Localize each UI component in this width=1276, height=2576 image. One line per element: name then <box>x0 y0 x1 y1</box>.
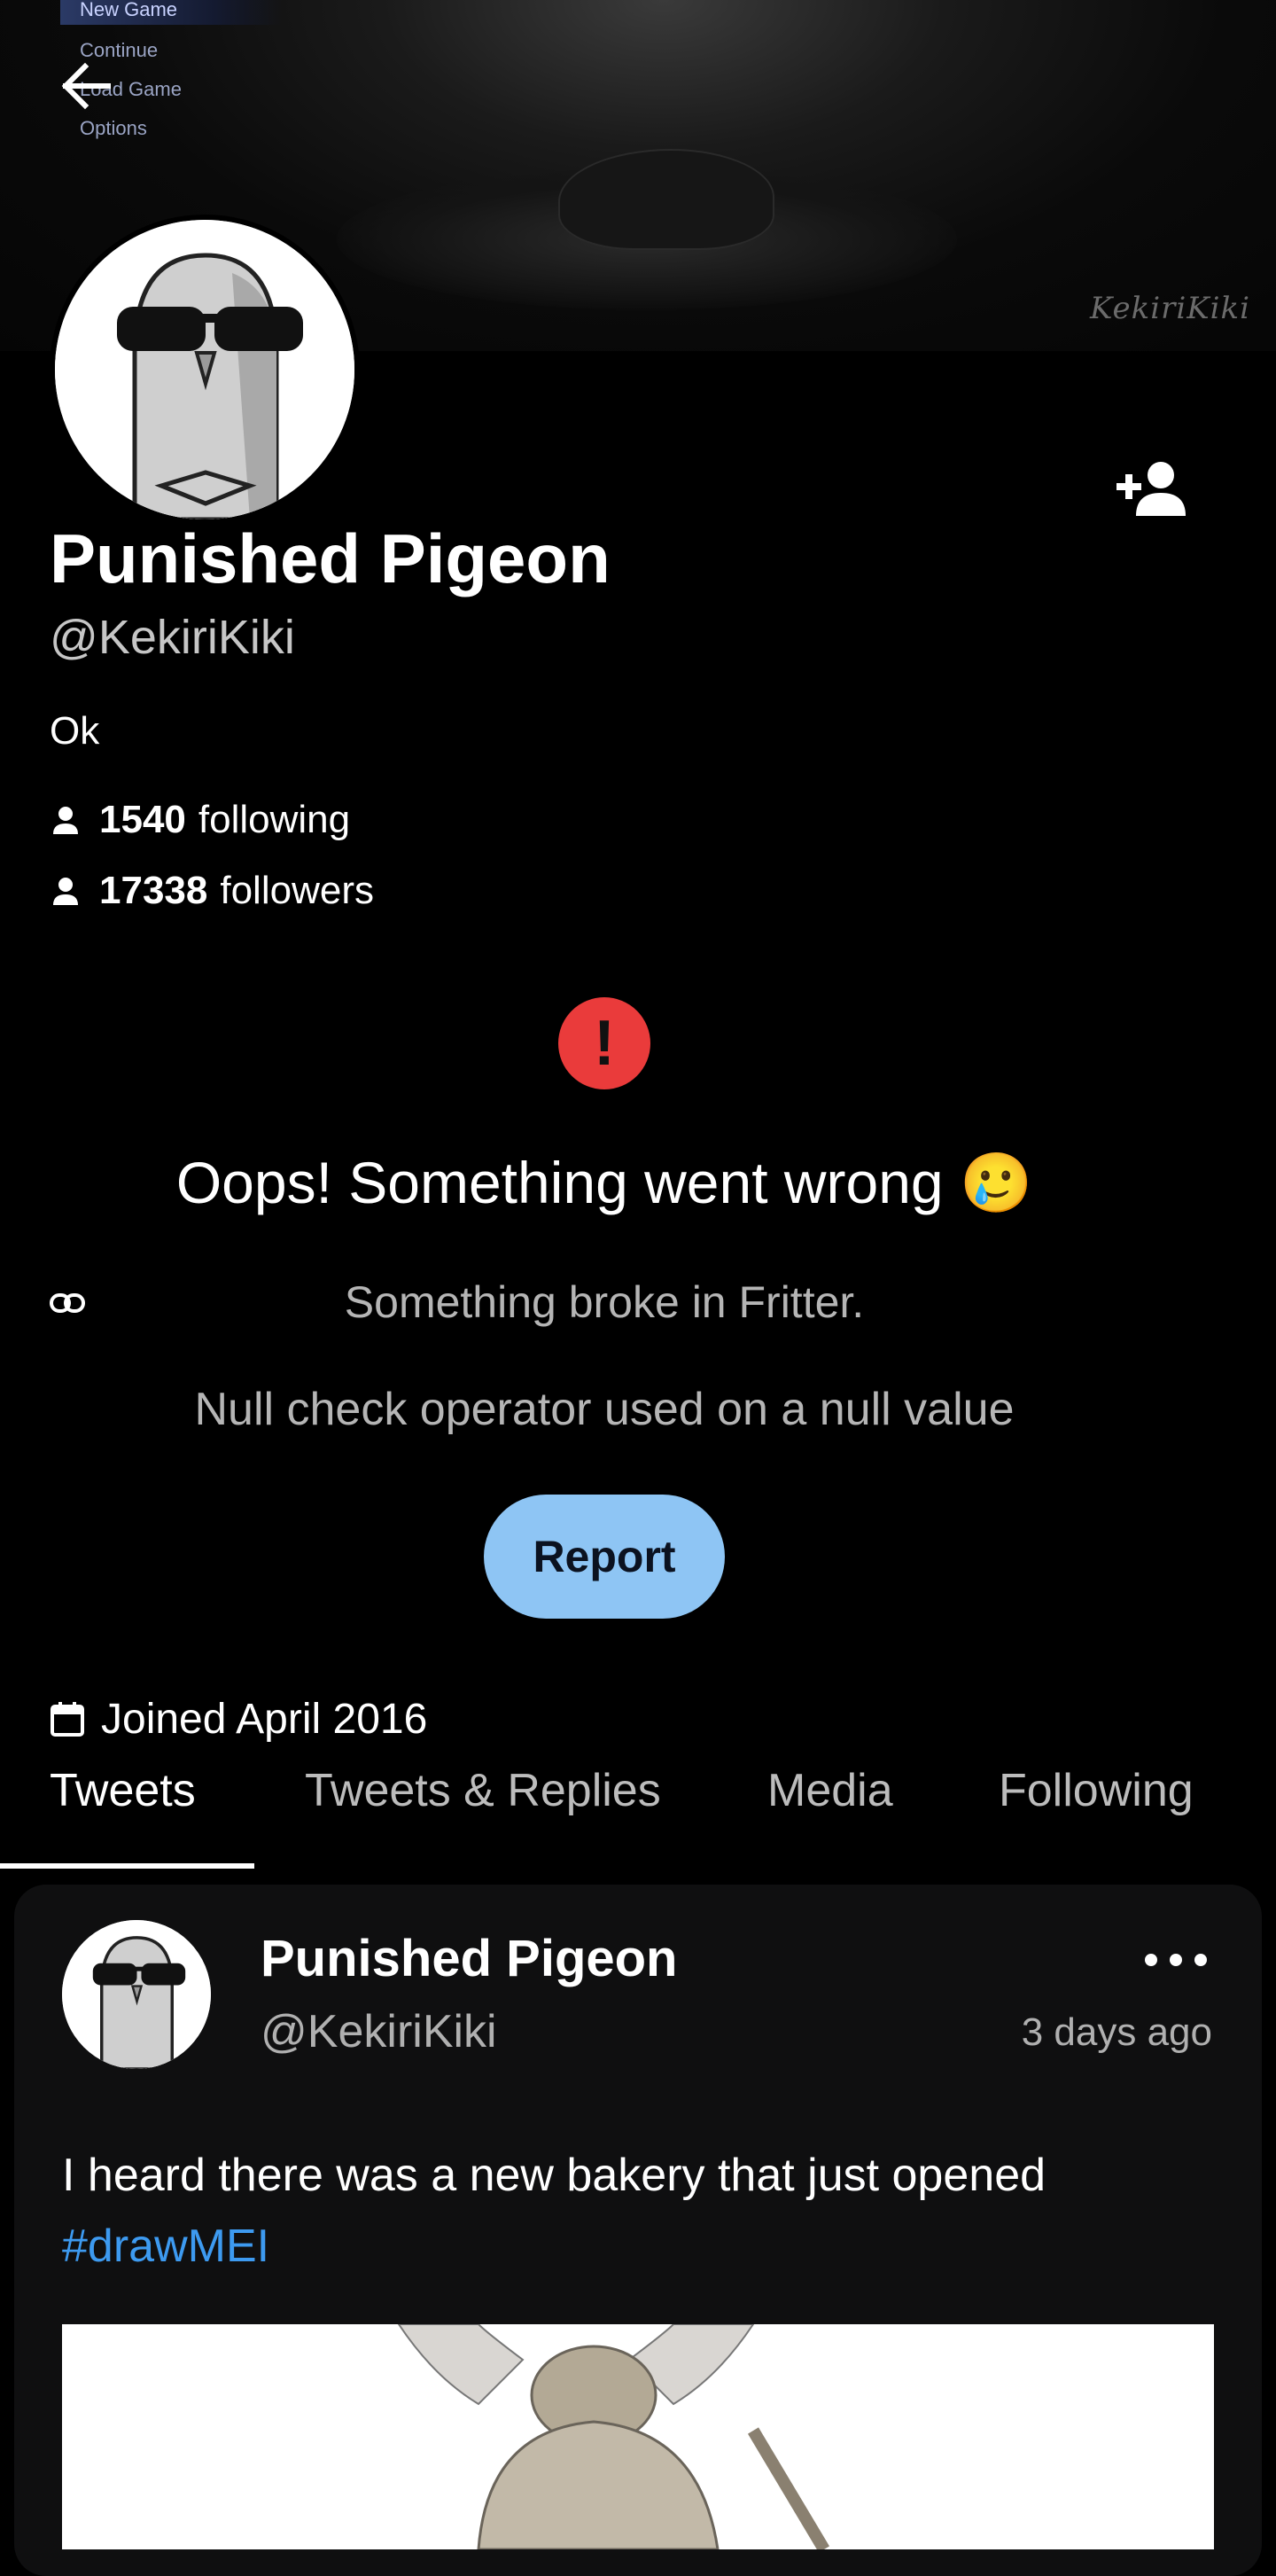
back-arrow-icon <box>61 62 111 110</box>
tab-tweets[interactable]: Tweets <box>50 1764 196 1817</box>
following-count: 1540 <box>99 798 186 841</box>
tweet-text: I heard there was a new bakery that just… <box>62 2140 1214 2282</box>
more-dot <box>1170 1954 1182 1966</box>
person-icon <box>53 878 78 905</box>
tweet-illustration <box>62 2324 1214 2549</box>
followers-stat[interactable]: 17338 followers <box>50 869 374 913</box>
tab-media[interactable]: Media <box>767 1764 893 1817</box>
more-dot <box>1194 1954 1207 1966</box>
profile-bio: Ok <box>50 709 100 753</box>
banner-figure <box>558 149 774 250</box>
followers-label: followers <box>220 869 374 912</box>
error-subtitle: Something broke in Fritter. <box>344 1277 865 1327</box>
tab-following[interactable]: Following <box>999 1764 1194 1817</box>
tweet-author-handle[interactable]: @KekiriKiki <box>261 2005 497 2058</box>
more-horizontal-icon[interactable] <box>1145 1938 1207 1982</box>
tab-tweets-replies[interactable]: Tweets & Replies <box>305 1764 661 1817</box>
banner-menu-item: Options <box>80 117 147 139</box>
report-button[interactable]: Report <box>484 1495 725 1619</box>
error-icon: ! <box>558 997 650 1089</box>
more-dot <box>1145 1954 1157 1966</box>
calendar-icon <box>51 1701 84 1737</box>
banner-menu-item: New Game <box>60 0 282 25</box>
tweet-timestamp: 3 days ago <box>1021 2010 1212 2054</box>
following-label: following <box>198 798 351 841</box>
tweet-body: I heard there was a new bakery that just… <box>62 2150 1046 2201</box>
error-title: Oops! Something went wrong 🥲 <box>175 1150 1033 1215</box>
follow-button[interactable] <box>1108 452 1196 523</box>
following-stat[interactable]: 1540 following <box>50 798 350 842</box>
tab-active-indicator <box>0 1863 254 1869</box>
pigeon-avatar-image <box>55 220 354 519</box>
followers-count: 17338 <box>99 869 208 912</box>
tweet-media-image[interactable] <box>62 2324 1214 2549</box>
tweet-avatar[interactable] <box>62 1920 211 2069</box>
person-icon <box>53 807 78 834</box>
banner-watermark: KekiriKiki <box>1090 291 1250 326</box>
error-detail: Null check operator used on a null value <box>194 1384 1015 1435</box>
tweet-hashtag-link[interactable]: #drawMEI <box>62 2221 269 2272</box>
tweet-author-name[interactable]: Punished Pigeon <box>261 1929 678 1988</box>
joined-date: Joined April 2016 <box>50 1695 427 1744</box>
back-button[interactable] <box>50 55 121 117</box>
profile-display-name: Punished Pigeon <box>50 519 611 597</box>
pigeon-avatar-image <box>62 1920 211 2069</box>
profile-handle: @KekiriKiki <box>50 611 295 664</box>
joined-label: Joined April 2016 <box>101 1696 428 1743</box>
profile-avatar[interactable] <box>50 215 360 525</box>
follow-add-icon <box>1116 462 1186 516</box>
